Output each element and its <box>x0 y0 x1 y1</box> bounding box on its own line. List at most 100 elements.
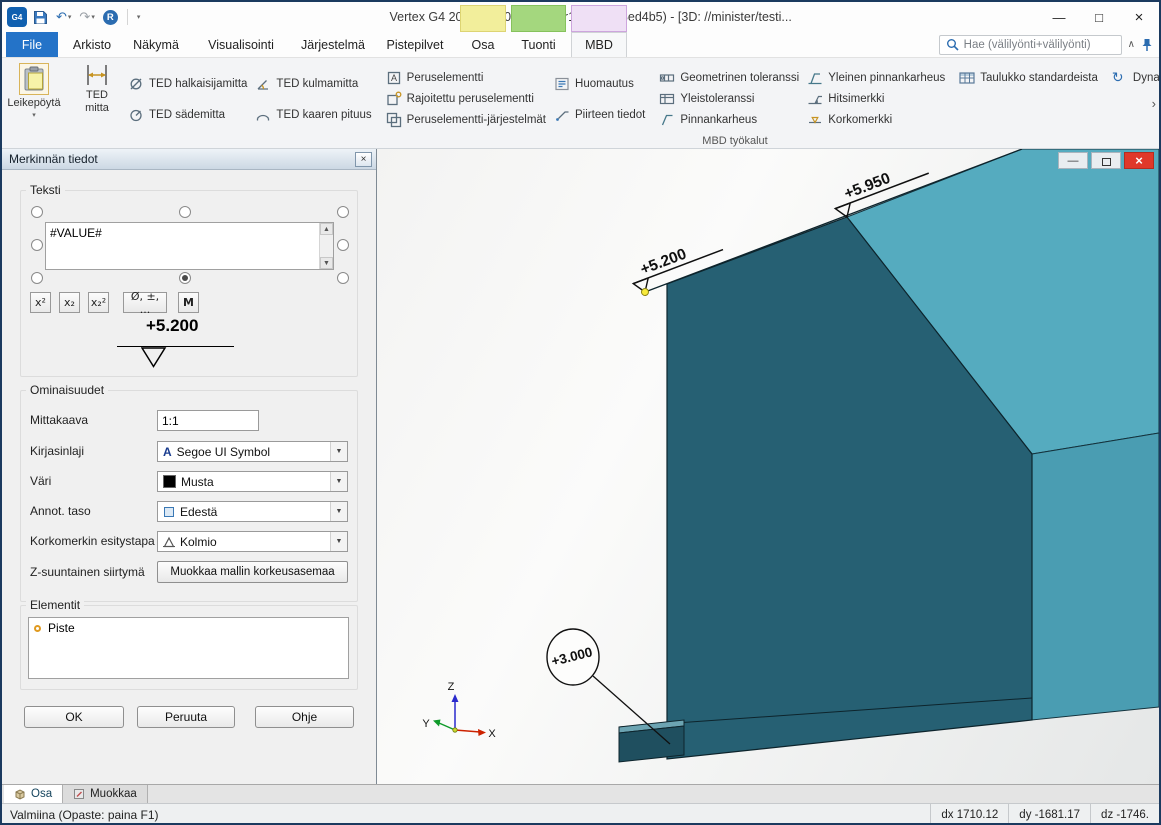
tab-visualisointi[interactable]: Visualisointi <box>191 32 291 57</box>
customize-toolbar-button[interactable]: ▾ <box>135 6 143 28</box>
font-select[interactable]: A Segoe UI Symbol ▼ <box>157 441 348 462</box>
ted-kaaren-pituus-button[interactable]: TED kaaren pituus <box>251 105 375 124</box>
annotation-text-input[interactable]: #VALUE# ▲ ▼ <box>45 222 334 270</box>
elevation-triangle-icon <box>141 347 167 368</box>
note-icon <box>554 76 570 92</box>
geometric-tolerance-icon <box>659 70 675 86</box>
rajoitettu-peruselementti-button[interactable]: Rajoitettu peruselementti <box>382 89 550 108</box>
viewport-close-button[interactable]: × <box>1124 152 1154 169</box>
tab-nakyma[interactable]: Näkymä <box>126 32 186 57</box>
ted-mitta-button[interactable]: TEDmitta <box>70 58 124 114</box>
special-symbols-button[interactable]: Ø, ±, ... <box>123 292 167 313</box>
normal-script-button[interactable]: x₂² <box>88 292 109 313</box>
peruselementti-jarjestelmat-button[interactable]: Peruselementti-järjestelmät <box>382 110 550 129</box>
anchor-radio-bottom-center[interactable] <box>179 272 191 284</box>
redo-button[interactable]: ↷▾ <box>77 6 96 28</box>
elevation-style-select[interactable]: Kolmio ▼ <box>157 531 348 552</box>
annotation-dialog: Merkinnän tiedot × Teksti #VALUE# ▲ <box>2 149 377 784</box>
piirteen-tiedot-button[interactable]: Piirteen tiedot <box>550 105 649 124</box>
close-button[interactable]: × <box>1119 2 1159 32</box>
anchor-radio-top-left[interactable] <box>31 206 43 218</box>
viewport-restore-button[interactable] <box>1091 152 1121 169</box>
restore-icon <box>1102 158 1111 166</box>
model-canvas[interactable]: +5.950 +5.200 +3.000 <box>377 149 1159 784</box>
anchor-radio-middle-left[interactable] <box>31 239 43 251</box>
tab-jarjestelma[interactable]: Järjestelmä <box>296 32 370 57</box>
doc-tab-muokkaa[interactable]: Muokkaa <box>63 785 148 803</box>
anchor-radio-middle-right[interactable] <box>337 239 349 251</box>
scale-input[interactable]: 1:1 <box>157 410 259 431</box>
cancel-button[interactable]: Peruuta <box>137 706 235 728</box>
ribbon-tab-row: File Arkisto Näkymä Visualisointi Järjes… <box>2 32 1159 58</box>
ribbon-overflow-button[interactable]: › <box>1152 96 1156 111</box>
chevron-down-icon[interactable]: ▼ <box>330 502 347 521</box>
pinnankarheus-button[interactable]: Pinnankarheus <box>655 110 803 129</box>
angle-dimension-icon <box>255 76 271 92</box>
ted-kulmamitta-button[interactable]: TED kulmamitta <box>251 74 375 93</box>
korkomerkki-button[interactable]: Korkomerkki <box>803 110 949 129</box>
yleinen-pinnankarheus-button[interactable]: Yleinen pinnankarheus <box>803 68 949 87</box>
anchor-radio-bottom-left[interactable] <box>31 272 43 284</box>
app-logo-icon[interactable]: G4 <box>7 7 27 27</box>
search-box[interactable]: Hae (välilyönti+välilyönti) <box>939 35 1122 55</box>
text-scrollbar[interactable]: ▲ ▼ <box>319 223 333 269</box>
chevron-down-icon[interactable]: ▼ <box>330 472 347 491</box>
color-value: Musta <box>181 475 214 489</box>
yleistoleranssi-button[interactable]: Yleistoleranssi <box>655 89 803 108</box>
revision-button[interactable]: R <box>101 6 120 28</box>
hitsimerkki-button[interactable]: Hitsimerkki <box>803 89 949 108</box>
model-right-face[interactable] <box>1032 433 1159 720</box>
dialog-titlebar[interactable]: Merkinnän tiedot × <box>2 149 376 170</box>
tab-arkisto[interactable]: Arkisto <box>63 32 121 57</box>
elevation-style-value: Kolmio <box>180 535 217 549</box>
tab-pistepilvet[interactable]: Pistepilvet <box>375 32 455 57</box>
tab-osa[interactable]: Osa <box>460 32 506 57</box>
anchor-radio-bottom-right[interactable] <box>337 272 349 284</box>
scroll-up-icon[interactable]: ▲ <box>320 223 333 235</box>
measure-text-button[interactable]: M <box>178 292 199 313</box>
superscript-button[interactable]: x² <box>30 292 51 313</box>
tab-file[interactable]: File <box>6 32 58 57</box>
paste-button[interactable]: Leikepöytä ▾ <box>4 58 64 120</box>
ribbon-collapse-button[interactable]: ∧ <box>1128 39 1135 50</box>
color-select[interactable]: Musta ▼ <box>157 471 348 492</box>
subscript-button[interactable]: x₂ <box>59 292 80 313</box>
dynaamis-button[interactable]: ↻ Dynaamis <box>1108 68 1161 87</box>
chevron-down-icon: ▾ <box>137 13 141 21</box>
ok-button[interactable]: OK <box>24 706 124 728</box>
anchor-radio-top-right[interactable] <box>337 206 349 218</box>
annotation-plane-select[interactable]: Edestä ▼ <box>157 501 348 522</box>
ted-halkaisijamitta-button[interactable]: TED halkaisijamitta <box>124 74 251 93</box>
dialog-close-button[interactable]: × <box>355 152 372 167</box>
minimize-button[interactable]: — <box>1039 2 1079 32</box>
huomautus-button[interactable]: Huomautus <box>550 74 649 93</box>
chevron-down-icon[interactable]: ▼ <box>330 532 347 551</box>
svg-text:A: A <box>391 73 397 83</box>
edit-model-elevation-button[interactable]: Muokkaa mallin korkeusasemaa <box>157 561 348 583</box>
element-list[interactable]: Piste <box>28 617 349 679</box>
scroll-down-icon[interactable]: ▼ <box>320 257 333 269</box>
ted-sademitta-button[interactable]: TED sädemitta <box>124 105 251 124</box>
tab-mbd[interactable]: MBD <box>571 32 627 57</box>
revision-icon: R <box>103 10 118 25</box>
ribbon-pin-button[interactable] <box>1141 38 1153 52</box>
save-button[interactable] <box>31 6 50 28</box>
help-button[interactable]: Ohje <box>255 706 354 728</box>
table-icon <box>959 70 975 86</box>
viewport-minimize-button[interactable]: — <box>1058 152 1088 169</box>
tab-tuonti[interactable]: Tuonti <box>511 32 566 57</box>
arc-length-icon <box>255 107 271 123</box>
maximize-button[interactable]: □ <box>1079 2 1119 32</box>
anchor-radio-top-center[interactable] <box>179 206 191 218</box>
coordinate-readout: dx 1710.12 dy -1681.17 dz -1746. <box>930 804 1159 825</box>
main-area: Merkinnän tiedot × Teksti #VALUE# ▲ <box>2 149 1159 784</box>
list-item[interactable]: Piste <box>34 621 343 635</box>
taulukko-standardeista-button[interactable]: Taulukko standardeista <box>955 68 1102 87</box>
peruselementti-button[interactable]: A Peruselementti <box>382 68 550 87</box>
paste-dropdown-icon: ▾ <box>32 112 36 120</box>
geometrinen-toleranssi-button[interactable]: Geometrinen toleranssi <box>655 68 803 87</box>
doc-tab-osa[interactable]: Osa <box>4 785 63 803</box>
3d-viewport[interactable]: — × <box>377 149 1159 784</box>
chevron-down-icon[interactable]: ▼ <box>330 442 347 461</box>
undo-button[interactable]: ↶▾ <box>54 6 73 28</box>
